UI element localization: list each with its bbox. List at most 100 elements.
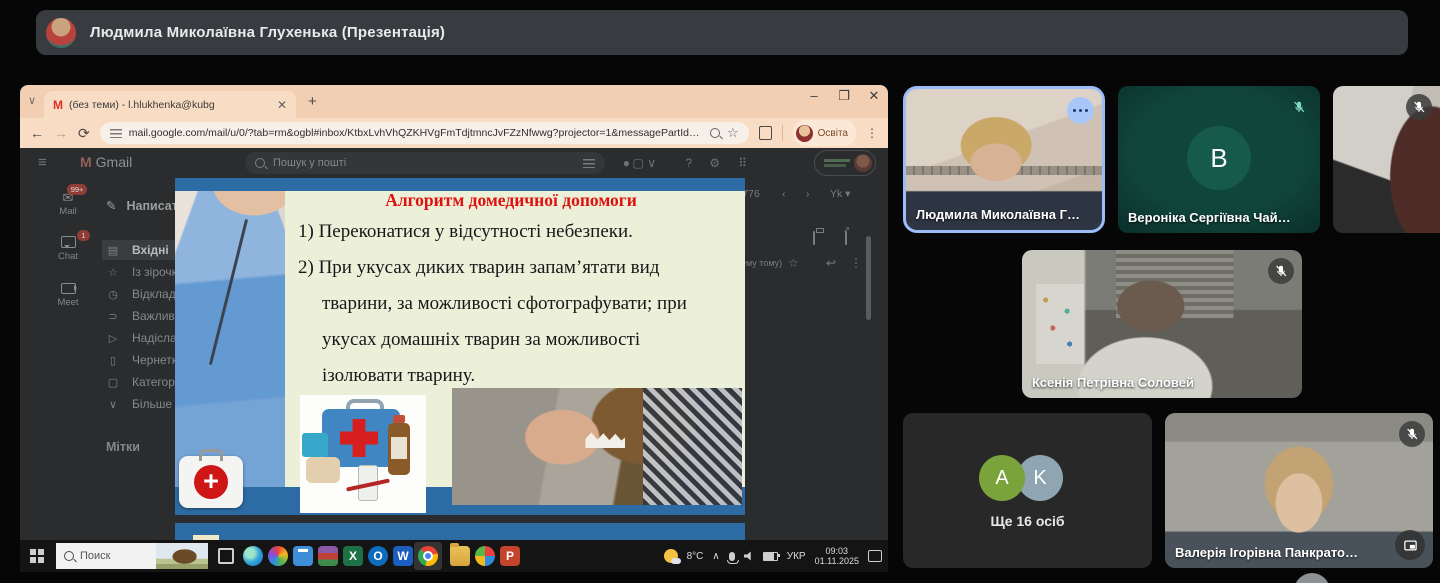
address-bar[interactable]: mail.google.com/mail/u/0/?tab=rm&ogbl#in… bbox=[100, 122, 749, 144]
participant-tile-kseniia[interactable]: Ксенія Петрівна Соловей bbox=[1022, 250, 1302, 398]
browser-menu-icon[interactable]: ⋮ bbox=[866, 126, 878, 140]
powerpoint-icon[interactable]: P bbox=[500, 546, 520, 566]
weather-icon[interactable] bbox=[664, 549, 678, 563]
side-panel-icon[interactable] bbox=[759, 126, 772, 140]
presenter-avatar bbox=[46, 18, 76, 48]
browser-tab[interactable]: M (без теми) - l.hlukhenka@kubg ✕ bbox=[44, 91, 296, 118]
reply-icon[interactable]: ↩ bbox=[826, 256, 836, 270]
participant-tile-veronika[interactable]: В Вероніка Сергіївна Чай… bbox=[1118, 86, 1320, 233]
word-icon[interactable]: W bbox=[393, 546, 413, 566]
chevron-down-icon: ∨ bbox=[106, 398, 120, 411]
mic-muted-icon bbox=[1286, 94, 1312, 120]
window-restore-button[interactable]: ❐ bbox=[832, 88, 856, 104]
language-indicator[interactable]: УКР bbox=[787, 551, 806, 562]
participant-tile-liudmyla[interactable]: Людмила Миколаївна Г… bbox=[903, 86, 1105, 233]
next-slide-strip bbox=[175, 523, 745, 540]
file-explorer-icon[interactable] bbox=[450, 546, 470, 566]
copilot-icon[interactable] bbox=[268, 546, 288, 566]
org-name-text bbox=[824, 158, 850, 168]
mic-muted-icon bbox=[1268, 258, 1294, 284]
avatar: A bbox=[979, 455, 1025, 501]
meeting-header: Людмила Миколаївна Глухенька (Презентаці… bbox=[36, 10, 1408, 55]
compose-button[interactable]: ✎ Написати bbox=[106, 198, 186, 213]
rail-mail[interactable]: ✉99+ Mail bbox=[48, 190, 88, 217]
search-filter-icon[interactable] bbox=[583, 158, 595, 168]
gmail-favicon: M bbox=[53, 98, 63, 112]
attachment-slide-preview: Алгоритм домедичної допомоги 1) Перекона… bbox=[175, 178, 745, 515]
nurse-photo bbox=[175, 191, 285, 487]
more-options-icon[interactable] bbox=[1294, 573, 1330, 583]
url-text: mail.google.com/mail/u/0/?tab=rm&ogbl#in… bbox=[129, 127, 703, 139]
chrome-icon bbox=[418, 546, 438, 566]
older-page-icon[interactable]: ‹ bbox=[782, 188, 786, 200]
tray-battery-icon[interactable] bbox=[763, 552, 778, 561]
action-center-icon[interactable] bbox=[868, 550, 882, 562]
scrollbar[interactable] bbox=[866, 236, 871, 320]
photos-icon[interactable] bbox=[475, 546, 495, 566]
picture-in-picture-button[interactable] bbox=[1395, 530, 1425, 560]
tile-menu-icon[interactable] bbox=[1067, 97, 1094, 124]
tab-close-icon[interactable]: ✕ bbox=[277, 98, 287, 112]
settings-gear-icon[interactable]: ⚙ bbox=[709, 156, 720, 170]
new-tab-button[interactable]: + bbox=[308, 93, 317, 110]
important-icon: ⊃ bbox=[106, 310, 120, 323]
account-chip[interactable] bbox=[814, 150, 876, 176]
forward-icon[interactable]: → bbox=[54, 125, 68, 141]
meet-toggle-icon[interactable]: ▢ ∨ bbox=[633, 156, 656, 170]
hamburger-menu-icon[interactable]: ≡ bbox=[38, 154, 47, 171]
gmail-dimmed-content: ≡ MGmail Пошук у пошті ● ▢ ∨ ? ⚙ ⠿ ✉99+ … bbox=[20, 148, 888, 540]
winrar-icon[interactable] bbox=[318, 546, 338, 566]
browser-profile-chip[interactable]: Освіта bbox=[793, 120, 856, 146]
shared-screen: ∨ M (без теми) - l.hlukhenka@kubg ✕ + – … bbox=[20, 85, 888, 572]
tray-chevron-icon[interactable]: ∧ bbox=[712, 551, 719, 562]
overflow-tile[interactable]: A K Ще 16 осіб bbox=[903, 413, 1152, 568]
outlook-icon[interactable]: O bbox=[368, 546, 388, 566]
pencil-icon: ✎ bbox=[106, 198, 116, 213]
sent-icon: ▷ bbox=[106, 332, 120, 345]
store-icon[interactable] bbox=[293, 546, 313, 566]
tab-search-chevron-icon[interactable]: ∨ bbox=[28, 94, 36, 107]
gmail-logo: MGmail bbox=[80, 154, 132, 170]
email-menu-icon[interactable]: ⋮ bbox=[850, 256, 862, 270]
zoom-icon[interactable] bbox=[710, 128, 720, 138]
reload-icon[interactable]: ⟳ bbox=[78, 125, 90, 142]
back-icon[interactable]: ← bbox=[30, 125, 44, 141]
taskbar-search-input[interactable]: Поиск bbox=[56, 543, 208, 569]
participant-tile-valeriia[interactable]: Валерія Ігорівна Панкрато… bbox=[1165, 413, 1433, 568]
chat-icon: 1 bbox=[61, 236, 76, 251]
site-settings-icon[interactable] bbox=[110, 128, 122, 138]
search-highlight-image bbox=[156, 543, 208, 569]
gmail-search-input[interactable]: Пошук у пошті bbox=[245, 152, 605, 174]
rail-meet[interactable]: Meet bbox=[48, 282, 88, 308]
tray-speaker-icon[interactable] bbox=[744, 551, 754, 561]
status-dot-icon[interactable]: ● bbox=[623, 156, 630, 170]
newer-page-icon[interactable]: › bbox=[806, 188, 810, 200]
start-button[interactable] bbox=[30, 549, 44, 563]
input-tools-icon[interactable]: Yk ▾ bbox=[830, 188, 850, 200]
category-icon: ▢ bbox=[106, 376, 120, 389]
first-aid-kit-clipart bbox=[300, 395, 426, 513]
help-icon[interactable]: ? bbox=[685, 156, 692, 170]
avatar: В bbox=[1187, 126, 1251, 190]
window-minimize-button[interactable]: – bbox=[802, 88, 826, 103]
rail-chat[interactable]: 1 Chat bbox=[48, 236, 88, 262]
excel-icon[interactable]: X bbox=[343, 546, 363, 566]
dog-bite-photo bbox=[452, 388, 742, 505]
taskbar-clock[interactable]: 09:03 01.11.2025 bbox=[815, 546, 859, 566]
temperature-text[interactable]: 8°C bbox=[687, 551, 704, 562]
open-in-new-icon[interactable] bbox=[845, 231, 847, 245]
windows-taskbar: Поиск X O W P 8°C ∧ УКР 09:03 01.11.2025 bbox=[20, 540, 888, 572]
chrome-taskbar-button[interactable] bbox=[414, 542, 442, 570]
bookmark-star-icon[interactable]: ☆ bbox=[727, 125, 739, 141]
window-close-button[interactable]: ✕ bbox=[862, 88, 886, 104]
tray-mic-icon[interactable] bbox=[729, 552, 735, 561]
edge-icon[interactable] bbox=[243, 546, 263, 566]
browser-tab-strip: ∨ M (без теми) - l.hlukhenka@kubg ✕ + – … bbox=[20, 85, 888, 118]
print-icon[interactable] bbox=[813, 231, 815, 245]
star-email-icon[interactable]: ☆ bbox=[788, 256, 799, 270]
apps-grid-icon[interactable]: ⠿ bbox=[738, 156, 748, 170]
participant-tile-partial[interactable] bbox=[1333, 86, 1440, 233]
task-view-icon[interactable] bbox=[218, 548, 234, 564]
tab-title: (без теми) - l.hlukhenka@kubg bbox=[69, 99, 271, 111]
draft-icon: ▯ bbox=[106, 354, 120, 367]
